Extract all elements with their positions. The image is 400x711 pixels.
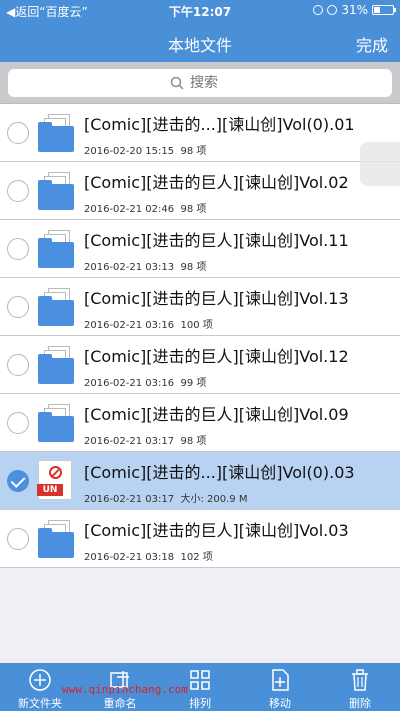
file-row[interactable]: [Comic][进击的巨人][谏山创]Vol.02 2016-02-21 02:4…: [0, 162, 400, 220]
file-date: 2016-02-21 03:16: [84, 378, 175, 389]
unchecked-circle-icon[interactable]: [7, 122, 29, 144]
move-file-icon: [272, 669, 289, 691]
battery-percent: 31%: [341, 3, 368, 17]
file-name: [Comic][进击的巨人][谏山创]Vol.09: [84, 405, 349, 424]
unchecked-circle-icon[interactable]: [7, 180, 29, 202]
watermark: www.qinpinchang.com: [62, 683, 188, 696]
file-list: [Comic][进击的...][谏山创]Vol(0).01 2016-02-20 …: [0, 104, 400, 568]
file-meta: 2016-02-21 03:18 102 项: [84, 548, 213, 563]
checked-circle-icon[interactable]: [7, 470, 29, 492]
unchecked-circle-icon[interactable]: [7, 528, 29, 550]
done-button[interactable]: 完成: [356, 32, 388, 56]
file-meta: 2016-02-21 03:17 98 项: [84, 432, 206, 447]
header: ◀︎返回“百度云” 下午12:07 31% 本地文件 完成: [0, 0, 400, 62]
file-row[interactable]: [Comic][进击的巨人][谏山创]Vol.11 2016-02-21 03:1…: [0, 220, 400, 278]
file-info: 98 项: [180, 436, 207, 447]
unchecked-circle-icon[interactable]: [7, 412, 29, 434]
file-info: 大小: 200.9 M: [180, 494, 248, 505]
unknown-file-icon: UN: [37, 460, 72, 500]
file-meta: 2016-02-20 15:15 98 项: [84, 142, 206, 157]
file-row[interactable]: UN [Comic][进击的...][谏山创]Vol(0).03 2016-02-2…: [0, 452, 400, 510]
sort-label: 排列: [189, 697, 211, 710]
file-date: 2016-02-21 03:13: [84, 262, 175, 273]
file-name: [Comic][进击的巨人][谏山创]Vol.12: [84, 347, 349, 366]
floating-assistive-handle[interactable]: [360, 142, 400, 186]
file-date: 2016-02-20 15:15: [84, 146, 175, 157]
file-row[interactable]: [Comic][进击的巨人][谏山创]Vol.03 2016-02-21 03:1…: [0, 510, 400, 568]
add-folder-icon: [29, 669, 51, 691]
new-folder-label: 新文件夹: [18, 697, 62, 710]
file-info: 100 项: [180, 320, 213, 331]
file-info: 98 项: [180, 146, 207, 157]
delete-label: 删除: [349, 697, 371, 710]
search-bar: [0, 62, 400, 104]
prohibited-icon: [49, 466, 62, 479]
alarm-icon: [313, 5, 324, 15]
grid-icon: [190, 670, 210, 690]
file-info: 98 项: [180, 204, 207, 215]
search-box[interactable]: [8, 69, 392, 97]
file-date: 2016-02-21 03:18: [84, 552, 175, 563]
battery-fill: [374, 7, 380, 13]
file-row[interactable]: [Comic][进击的...][谏山创]Vol(0).01 2016-02-20 …: [0, 104, 400, 162]
file-name: [Comic][进击的巨人][谏山创]Vol.03: [84, 521, 349, 540]
file-info: 102 项: [180, 552, 213, 563]
file-meta: 2016-02-21 03:17 大小: 200.9 M: [84, 490, 247, 505]
file-row[interactable]: [Comic][进击的巨人][谏山创]Vol.13 2016-02-21 03:1…: [0, 278, 400, 336]
delete-button[interactable]: 删除: [320, 667, 400, 711]
file-date: 2016-02-21 02:46: [84, 204, 175, 215]
move-button[interactable]: 移动: [240, 667, 320, 711]
file-row[interactable]: [Comic][进击的巨人][谏山创]Vol.09 2016-02-21 03:1…: [0, 394, 400, 452]
file-row[interactable]: [Comic][进击的巨人][谏山创]Vol.12 2016-02-21 03:1…: [0, 336, 400, 394]
file-meta: 2016-02-21 03:13 98 项: [84, 258, 206, 273]
file-meta: 2016-02-21 03:16 99 项: [84, 374, 206, 389]
folder-icon: [38, 346, 74, 384]
status-bar: ◀︎返回“百度云” 下午12:07 31%: [0, 0, 400, 20]
file-date: 2016-02-21 03:17: [84, 494, 175, 505]
file-info: 98 项: [180, 262, 207, 273]
file-date: 2016-02-21 03:16: [84, 320, 175, 331]
folder-icon: [38, 230, 74, 268]
folder-icon: [38, 288, 74, 326]
folder-icon: [38, 114, 74, 152]
folder-icon: [38, 404, 74, 442]
rotation-lock-icon: [327, 5, 338, 15]
file-date: 2016-02-21 03:17: [84, 436, 175, 447]
rename-label: 重命名: [103, 697, 137, 710]
folder-icon: [38, 172, 74, 210]
file-name: [Comic][进击的巨人][谏山创]Vol.11: [84, 231, 349, 250]
unchecked-circle-icon[interactable]: [7, 354, 29, 376]
page-title: 本地文件: [167, 36, 232, 55]
file-name: [Comic][进击的巨人][谏山创]Vol.02: [84, 173, 349, 192]
trash-icon: [352, 669, 368, 691]
file-name: [Comic][进击的巨人][谏山创]Vol.13: [84, 289, 349, 308]
unchecked-circle-icon[interactable]: [7, 296, 29, 318]
move-label: 移动: [269, 697, 291, 710]
bottom-toolbar: 新文件夹 重命名 排列 移动 删除: [0, 663, 400, 711]
file-meta: 2016-02-21 02:46 98 项: [84, 200, 206, 215]
folder-icon: [38, 520, 74, 558]
search-icon: [170, 76, 184, 90]
search-input[interactable]: [190, 75, 230, 91]
status-right: 31%: [313, 3, 396, 17]
file-type-badge: UN: [37, 484, 63, 496]
file-meta: 2016-02-21 03:16 100 项: [84, 316, 213, 331]
file-name: [Comic][进击的...][谏山创]Vol(0).03: [84, 463, 355, 482]
unchecked-circle-icon[interactable]: [7, 238, 29, 260]
file-name: [Comic][进击的...][谏山创]Vol(0).01: [84, 115, 355, 134]
file-info: 99 项: [180, 378, 207, 389]
battery-icon: [372, 5, 396, 15]
